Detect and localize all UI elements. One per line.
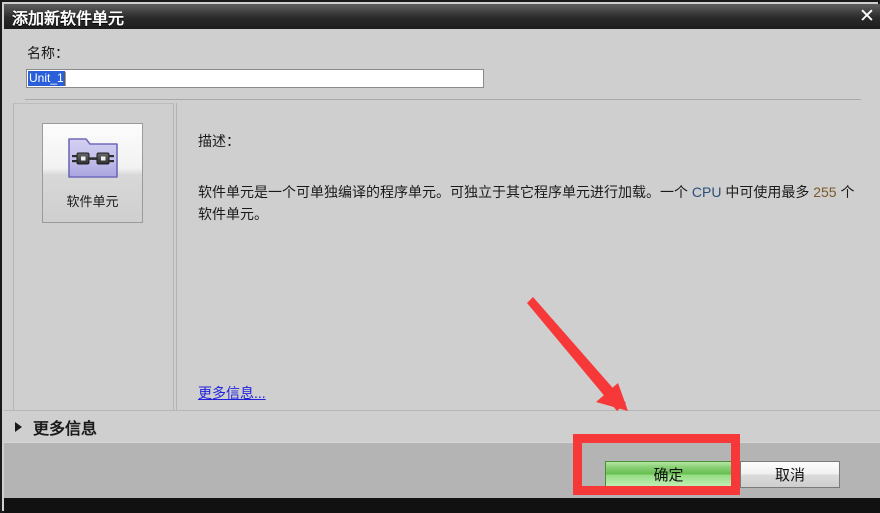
window-bottom-strip	[4, 498, 880, 513]
close-icon: ✕	[859, 5, 875, 27]
more-info-expander[interactable]: 更多信息	[4, 410, 880, 443]
name-input[interactable]: Unit_1	[26, 69, 484, 88]
description-panel: 描述： 软件单元是一个可单独编译的程序单元。可独立于其它程序单元进行加载。一个 …	[177, 103, 860, 429]
add-software-unit-dialog: 添加新软件单元 ✕ 名称： Unit_1 软件单元 描述： 软件单元是一个可单独…	[0, 0, 880, 513]
description-text-part1: 软件单元是一个可单独编译的程序单元。可独立于其它程序单元进行加载。一个	[198, 184, 692, 200]
software-unit-tile-label: 软件单元	[66, 194, 119, 209]
triangle-right-icon	[15, 422, 22, 432]
more-info-expander-label: 更多信息	[33, 421, 98, 438]
description-count-term: 255	[813, 184, 837, 200]
name-label: 名称：	[27, 45, 69, 61]
description-text-part2: 中可使用最多	[721, 184, 814, 200]
name-input-value: Unit_1	[28, 71, 65, 86]
dialog-title: 添加新软件单元	[12, 10, 125, 28]
software-unit-tile[interactable]: 软件单元	[42, 123, 143, 223]
description-cpu-term: CPU	[691, 184, 722, 200]
divider-horizontal	[25, 99, 861, 100]
unit-type-panel: 软件单元	[13, 103, 174, 429]
dialog-titlebar: 添加新软件单元 ✕	[4, 4, 880, 29]
dialog-body: 名称： Unit_1 软件单元 描述： 软件单元是一个可单独编译的程序单元。可独…	[4, 29, 880, 439]
description-text: 软件单元是一个可单独编译的程序单元。可独立于其它程序单元进行加载。一个 CPU …	[198, 181, 858, 225]
screenshot-root: 添加新软件单元 ✕ 名称： Unit_1 软件单元 描述： 软件单元是一个可单独…	[0, 0, 880, 513]
text-caret	[65, 72, 66, 86]
footer-buttons: 确定 取消	[605, 461, 840, 488]
description-heading: 描述：	[198, 133, 240, 149]
more-info-link[interactable]: 更多信息...	[198, 383, 266, 403]
close-button[interactable]: ✕	[854, 4, 880, 29]
cancel-button[interactable]: 取消	[740, 461, 840, 488]
software-unit-folder-icon	[65, 133, 121, 183]
dialog-footer: 确定 取消	[4, 442, 880, 498]
ok-button[interactable]: 确定	[605, 461, 732, 488]
